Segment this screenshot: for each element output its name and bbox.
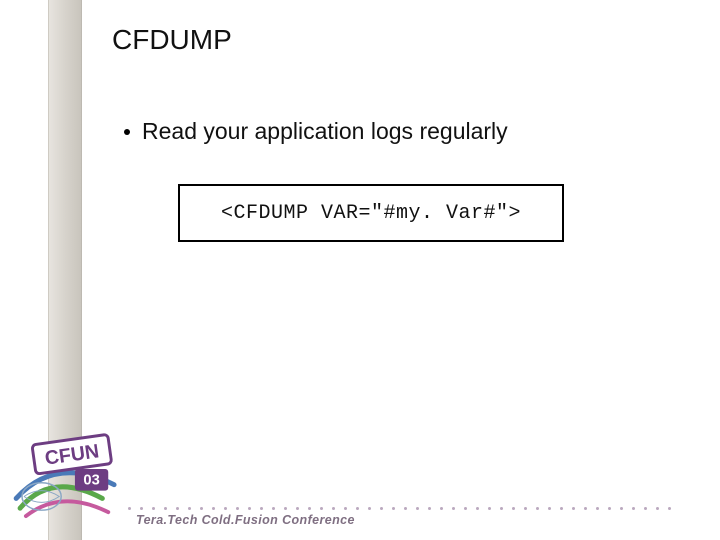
slide: CFDUMP Read your application logs regula…: [0, 0, 720, 540]
logo-year-text: 03: [83, 473, 99, 489]
footer-dot-row: [128, 507, 671, 510]
bullet-dot-icon: [124, 129, 130, 135]
footer-art: CFUN 03 Tera.Tech Cold.Fusion Conference: [0, 420, 720, 540]
bullet-text: Read your application logs regularly: [142, 118, 508, 145]
page-title: CFDUMP: [112, 24, 232, 56]
left-stripe: [48, 0, 82, 540]
code-box: <CFDUMP VAR="#my. Var#">: [178, 184, 564, 242]
bullet-item: Read your application logs regularly: [124, 118, 508, 145]
code-text: <CFDUMP VAR="#my. Var#">: [221, 202, 521, 225]
footer-text: Tera.Tech Cold.Fusion Conference: [136, 513, 355, 527]
